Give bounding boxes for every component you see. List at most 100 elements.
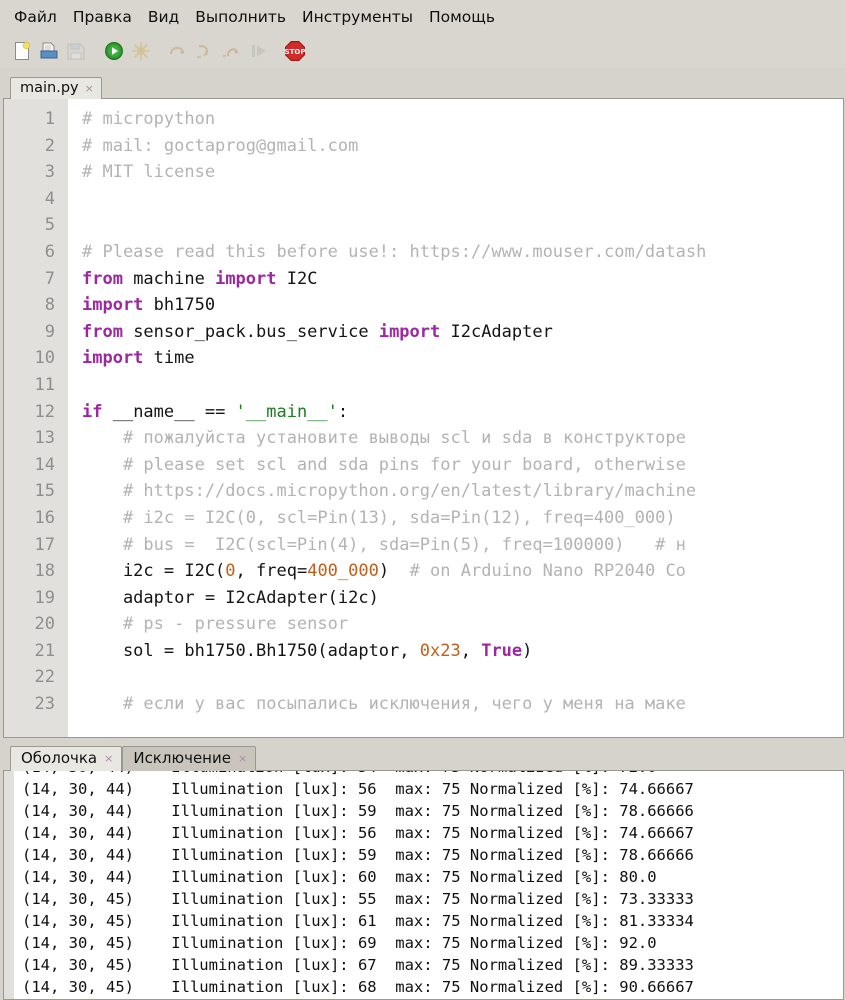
- toolbar: STOP: [0, 34, 846, 68]
- line-number: 6: [44, 241, 55, 262]
- shell-line: (14, 30, 45) Illumination [lux]: 55 max:…: [22, 890, 694, 908]
- menu-view[interactable]: Вид: [140, 6, 187, 29]
- code-token: # micropython: [82, 109, 216, 129]
- tab-main-py-label: main.py: [20, 80, 79, 96]
- shell-line: (14, 30, 44) Illumination [lux]: 59 max:…: [22, 802, 694, 820]
- code-token: __name__ ==: [102, 401, 236, 422]
- open-file-icon[interactable]: [37, 39, 61, 63]
- code-line: import bh1750: [82, 292, 843, 319]
- code-token: from: [82, 321, 123, 342]
- line-number: 3: [44, 162, 55, 183]
- line-number: 9: [44, 321, 55, 342]
- code-token: bh1750: [143, 295, 216, 316]
- code-line: from sensor_pack.bus_service import I2cA…: [82, 319, 843, 346]
- close-icon[interactable]: ×: [85, 83, 94, 94]
- line-number: 13: [34, 428, 55, 449]
- code-token: 0x23: [419, 640, 461, 661]
- code-token: machine: [122, 268, 216, 289]
- code-line: i2c = I2C(0, freq=400_000) # on Arduino …: [82, 558, 843, 585]
- code-token: # bus = I2C(scl=Pin(4), sda=Pin(5), freq…: [82, 534, 686, 555]
- code-token: sol = bh1750.Bh1750(adaptor,: [82, 640, 420, 661]
- line-number: 5: [44, 215, 55, 236]
- code-token: True: [481, 640, 523, 661]
- code-token: time: [143, 348, 195, 369]
- thonny-window: Файл Правка Вид Выполнить Инструменты По…: [0, 0, 846, 1000]
- shell-line: (14, 30, 44) Illumination [lux]: 59 max:…: [22, 846, 694, 864]
- code-line: sol = bh1750.Bh1750(adaptor, 0x23, True): [82, 638, 843, 665]
- shell-line: (14, 30, 45) Illumination [lux]: 61 max:…: [22, 912, 694, 930]
- line-number: 4: [44, 188, 55, 209]
- new-file-icon[interactable]: [10, 39, 34, 63]
- code-line: # пожалуйста установите выводы scl и sda…: [82, 425, 843, 452]
- resume-icon: [247, 39, 271, 63]
- code-line: # micropython: [82, 106, 843, 133]
- code-line: if __name__ == '__main__':: [82, 399, 843, 426]
- svg-text:STOP: STOP: [285, 48, 306, 56]
- editor-notebook-tabstrip: main.py ×: [0, 68, 846, 99]
- line-number: 1: [44, 109, 55, 129]
- code-line: # https://docs.micropython.org/en/latest…: [82, 478, 843, 505]
- line-number: 23: [34, 694, 55, 715]
- code-line: # mail: goctaprog@gmail.com: [82, 133, 843, 160]
- shell-panel[interactable]: (14, 30, 44) Illumination [lux]: 54 max:…: [3, 770, 844, 1000]
- close-icon[interactable]: ×: [238, 753, 247, 764]
- code-token: ): [378, 561, 390, 582]
- debug-icon: [129, 39, 153, 63]
- menu-edit[interactable]: Правка: [65, 6, 140, 29]
- tab-main-py[interactable]: main.py ×: [10, 77, 102, 99]
- code-token: # https://docs.micropython.org/en/latest…: [82, 481, 697, 502]
- menu-bar: Файл Правка Вид Выполнить Инструменты По…: [0, 0, 846, 34]
- code-token: if: [82, 401, 103, 422]
- code-line: # MIT license: [82, 159, 843, 186]
- line-number: 2: [44, 135, 55, 156]
- code-token: , freq=: [235, 561, 308, 582]
- tab-exception-label: Исключение: [133, 749, 231, 767]
- line-number: 11: [34, 374, 55, 395]
- menu-tools[interactable]: Инструменты: [294, 6, 421, 29]
- code-token: # mail: goctaprog@gmail.com: [82, 135, 359, 156]
- code-token: # если у вас посыпались исключения, чего…: [82, 694, 686, 715]
- shell-clipped-line: (14, 30, 44) Illumination [lux]: 54 max:…: [22, 771, 843, 778]
- shell-gutter: [4, 771, 14, 999]
- line-number: 20: [34, 614, 55, 635]
- shell-line: (14, 30, 45) Illumination [lux]: 67 max:…: [22, 956, 694, 974]
- code-line: import time: [82, 345, 843, 372]
- line-number: 12: [34, 401, 55, 422]
- stop-icon[interactable]: STOP: [283, 39, 307, 63]
- menu-run[interactable]: Выполнить: [187, 6, 294, 29]
- tab-shell[interactable]: Оболочка ×: [10, 746, 123, 771]
- run-icon[interactable]: [102, 39, 126, 63]
- menu-file[interactable]: Файл: [6, 6, 65, 29]
- close-icon[interactable]: ×: [104, 753, 113, 764]
- code-text[interactable]: # micropython # mail: goctaprog@gmail.com…: [68, 99, 843, 737]
- shell-output[interactable]: (14, 30, 44) Illumination [lux]: 54 max:…: [14, 771, 843, 999]
- line-number: 18: [34, 561, 55, 582]
- code-token: # Please read this before use!: https://…: [82, 241, 707, 262]
- line-number: 17: [34, 534, 55, 555]
- line-number: 22: [34, 667, 55, 688]
- code-token: '__main__': [235, 401, 338, 422]
- line-number: 16: [34, 507, 55, 528]
- code-editor[interactable]: 1 2 3 4 5 6 7 8 9 10 11 12 13 14 15 16 1…: [3, 98, 844, 738]
- step-over-icon: [166, 39, 190, 63]
- code-token: import: [82, 348, 144, 369]
- shell-line: (14, 30, 45) Illumination [lux]: 69 max:…: [22, 934, 657, 952]
- code-line: # Please read this before use!: https://…: [82, 239, 843, 266]
- line-number: 7: [44, 268, 55, 289]
- code-token: :: [337, 401, 349, 422]
- code-line: # ps - pressure sensor: [82, 611, 843, 638]
- code-line: # если у вас посыпались исключения, чего…: [82, 691, 843, 718]
- line-number: 8: [44, 295, 55, 316]
- save-file-icon: [64, 39, 88, 63]
- step-out-icon: [220, 39, 244, 63]
- code-line: adaptor = I2cAdapter(i2c): [82, 585, 843, 612]
- tab-exception[interactable]: Исключение ×: [122, 746, 257, 771]
- code-token: i2c = I2C(: [82, 561, 226, 582]
- code-token: import: [378, 321, 441, 342]
- shell-line: (14, 30, 44) Illumination [lux]: 56 max:…: [22, 824, 694, 842]
- menu-help[interactable]: Помощь: [421, 6, 503, 29]
- shell-line: (14, 30, 44) Illumination [lux]: 60 max:…: [22, 868, 657, 886]
- line-number: 21: [34, 640, 55, 661]
- code-token: 0: [225, 561, 236, 582]
- code-line: # i2c = I2C(0, scl=Pin(13), sda=Pin(12),…: [82, 505, 843, 532]
